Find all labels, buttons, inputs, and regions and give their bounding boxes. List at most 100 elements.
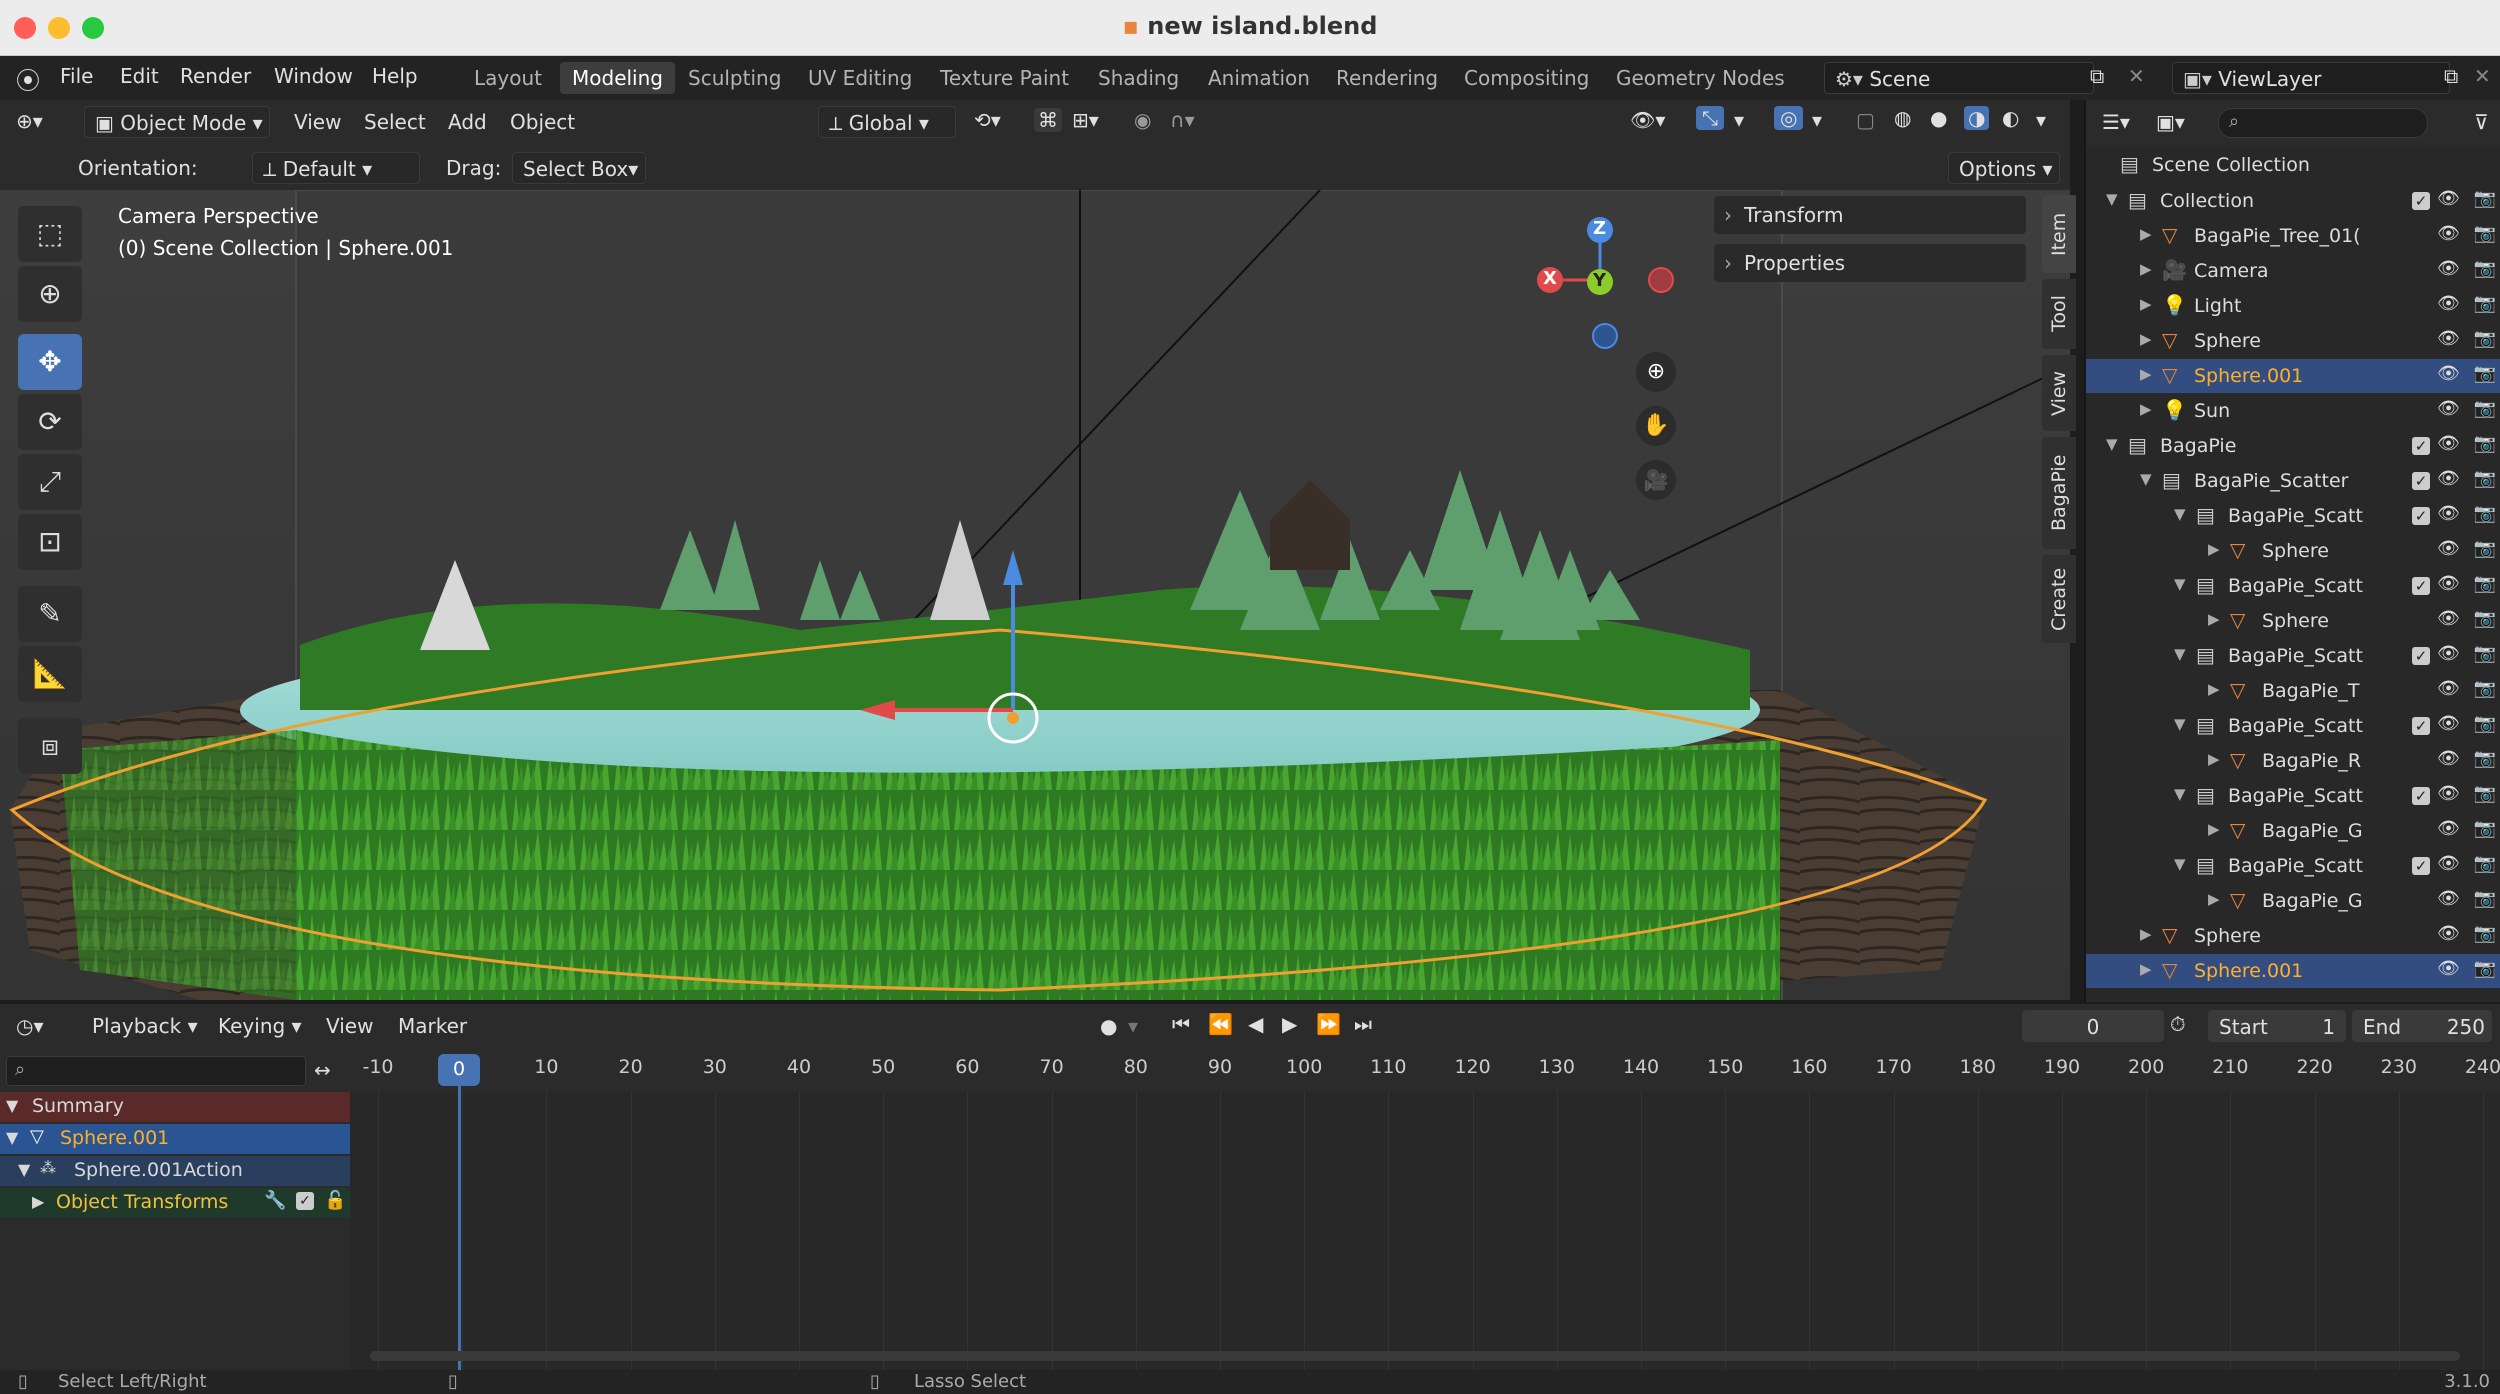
chevron-down-icon[interactable]: ▼ (2106, 190, 2118, 208)
remove-viewlayer-icon[interactable]: ✕ (2474, 64, 2491, 88)
channel-enabled-checkbox[interactable]: ✓ (296, 1192, 314, 1210)
chevron-down-icon[interactable]: ▼ (2174, 715, 2186, 733)
rotate-tool-icon[interactable]: ⟳ (18, 394, 82, 450)
eye-icon[interactable]: 👁 (2437, 713, 2460, 734)
chevron-right-icon[interactable]: ▶ (2208, 750, 2220, 768)
play-reverse-icon[interactable]: ◀ (1248, 1012, 1263, 1036)
chevron-right-icon[interactable]: ▶ (2140, 225, 2152, 243)
group-channel[interactable]: ▶ Object Transforms 🔧 ✓ 🔓 (0, 1188, 350, 1218)
current-frame-field[interactable]: 0 (2022, 1010, 2164, 1042)
outliner-row[interactable]: ▼ ▤ BagaPie ✓ 👁 📷 (2086, 429, 2500, 463)
outliner-row[interactable]: ▼ ▤ BagaPie_Scatt ✓ 👁 📷 (2086, 779, 2500, 813)
camera-render-icon[interactable]: 📷 (2474, 398, 2496, 419)
camera-render-icon[interactable]: 📷 (2474, 258, 2496, 279)
shading-wireframe-icon[interactable]: ◍ (1894, 106, 1911, 130)
overlays-toggle-icon[interactable]: ◎ (1774, 106, 1804, 130)
overlays-dropdown-icon[interactable]: ▾ (1812, 108, 1822, 132)
outliner-row[interactable]: ▼ ▤ Collection ✓ 👁 📷 (2086, 184, 2500, 218)
eye-icon[interactable]: 👁 (2437, 888, 2460, 909)
outliner-row[interactable]: ▶ 💡 Sun 👁 📷 (2086, 394, 2500, 428)
eye-icon[interactable]: 👁 (2437, 573, 2460, 594)
swap-arrows-icon[interactable]: ↔ (314, 1058, 331, 1082)
eye-icon[interactable]: 👁 (2437, 783, 2460, 804)
display-mode-icon[interactable]: ▣▾ (2156, 110, 2185, 134)
wrench-icon[interactable]: 🔧 (264, 1190, 286, 1211)
blender-logo-icon[interactable]: ⦿ (16, 61, 40, 96)
scene-selector[interactable]: ⚙▾ Scene (1824, 62, 2094, 94)
camera-render-icon[interactable]: 📷 (2474, 783, 2496, 804)
pivot-point-icon[interactable]: ⟲▾ (974, 108, 1001, 132)
outliner-row[interactable]: ▶ ▽ BagaPie_G 👁 📷 (2086, 814, 2500, 848)
tab-modeling[interactable]: Modeling (560, 62, 675, 94)
tab-bagapie[interactable]: BagaPie (2042, 437, 2076, 549)
prev-keyframe-icon[interactable]: ⏪ (1208, 1012, 1233, 1036)
outliner-row[interactable]: ▶ 💡 Light 👁 📷 (2086, 289, 2500, 323)
exclude-checkbox[interactable]: ✓ (2412, 507, 2430, 525)
tab-shading[interactable]: Shading (1086, 62, 1191, 94)
outliner-row[interactable]: ▶ ▽ BagaPie_T 👁 📷 (2086, 674, 2500, 708)
menu-edit[interactable]: Edit (120, 64, 159, 88)
chevron-right-icon[interactable]: ▶ (2140, 260, 2152, 278)
camera-view-icon[interactable]: 🎥 (1636, 460, 1676, 500)
timeline-editor-icon[interactable]: ◷▾ (16, 1014, 44, 1038)
outliner-row[interactable]: ▶ ▽ Sphere.001 👁 📷 (2086, 954, 2500, 988)
jump-start-icon[interactable]: ⏮ (1172, 1012, 1190, 1036)
camera-render-icon[interactable]: 📷 (2474, 748, 2496, 769)
exclude-checkbox[interactable]: ✓ (2412, 717, 2430, 735)
transform-tool-icon[interactable]: ⊡ (18, 514, 82, 570)
gizmo-toggle-icon[interactable]: ⤡ (1696, 106, 1724, 130)
menu-render[interactable]: Render (180, 64, 251, 88)
chevron-right-icon[interactable]: ▶ (2140, 400, 2152, 418)
camera-render-icon[interactable]: 📷 (2474, 853, 2496, 874)
chevron-right-icon[interactable]: ▶ (2140, 960, 2152, 978)
outliner-search-input[interactable]: ⌕ (2218, 108, 2428, 138)
action-channel[interactable]: ▼ ⁂ Sphere.001Action (0, 1156, 350, 1186)
menu-object[interactable]: Object (510, 110, 575, 134)
camera-render-icon[interactable]: 📷 (2474, 818, 2496, 839)
snap-target-icon[interactable]: ⊞▾ (1072, 108, 1099, 132)
exclude-checkbox[interactable]: ✓ (2412, 787, 2430, 805)
outliner-row[interactable]: ▶ ▽ Sphere.001 👁 📷 (2086, 359, 2500, 393)
camera-render-icon[interactable]: 📷 (2474, 538, 2496, 559)
timeline-body[interactable]: -10 0 10 20 30 40 50 60 70 80 90 100 110 120 130 140 150… (0, 1048, 2500, 1370)
menu-marker[interactable]: Marker (398, 1014, 467, 1038)
preview-range-icon[interactable]: ⏱ (2170, 1012, 2186, 1036)
outliner-row[interactable]: ▶ ▽ Sphere 👁 📷 (2086, 534, 2500, 568)
outliner-row[interactable]: ▶ ▽ BagaPie_G 👁 📷 (2086, 884, 2500, 918)
jump-end-icon[interactable]: ⏭ (1354, 1012, 1372, 1036)
chevron-down-icon[interactable]: ▼ (2174, 575, 2186, 593)
camera-render-icon[interactable]: 📷 (2474, 958, 2496, 979)
camera-render-icon[interactable]: 📷 (2474, 223, 2496, 244)
eye-icon[interactable]: 👁 (2437, 188, 2460, 209)
tab-view[interactable]: View (2042, 355, 2076, 431)
play-icon[interactable]: ▶ (1282, 1012, 1297, 1036)
tab-rendering[interactable]: Rendering (1324, 62, 1450, 94)
filter-icon[interactable]: ⊽ (2474, 110, 2489, 134)
outliner-row[interactable]: ▶ ▽ Sphere 👁 📷 (2086, 604, 2500, 638)
chevron-right-icon[interactable]: ▶ (2208, 540, 2220, 558)
camera-render-icon[interactable]: 📷 (2474, 363, 2496, 384)
outliner-row[interactable]: ▼ ▤ BagaPie_Scatt ✓ 👁 📷 (2086, 569, 2500, 603)
outliner-row[interactable]: ▼ ▤ BagaPie_Scatt ✓ 👁 📷 (2086, 499, 2500, 533)
outliner-row[interactable]: ▼ ▤ BagaPie_Scatt ✓ 👁 📷 (2086, 849, 2500, 883)
menu-add[interactable]: Add (448, 110, 487, 134)
outliner-row[interactable]: ▶ ▽ BagaPie_R 👁 📷 (2086, 744, 2500, 778)
camera-render-icon[interactable]: 📷 (2474, 503, 2496, 524)
new-viewlayer-icon[interactable]: ⧉ (2444, 64, 2458, 88)
eye-icon[interactable]: 👁 (2437, 293, 2460, 314)
outliner-row[interactable]: ▶ ▽ Sphere 👁 📷 (2086, 919, 2500, 953)
camera-render-icon[interactable]: 📷 (2474, 468, 2496, 489)
shading-solid-icon[interactable]: ● (1930, 106, 1947, 130)
tab-texture-paint[interactable]: Texture Paint (928, 62, 1081, 94)
camera-render-icon[interactable]: 📷 (2474, 923, 2496, 944)
outliner-row[interactable]: ▼ ▤ BagaPie_Scatt ✓ 👁 📷 (2086, 709, 2500, 743)
chevron-right-icon[interactable]: ▶ (2208, 890, 2220, 908)
camera-render-icon[interactable]: 📷 (2474, 188, 2496, 209)
annotate-tool-icon[interactable]: ✎ (18, 586, 82, 642)
new-scene-icon[interactable]: ⧉ (2090, 64, 2104, 88)
menu-keying[interactable]: Keying ▾ (218, 1014, 302, 1038)
cursor-tool-icon[interactable]: ⊕ (18, 266, 82, 322)
camera-render-icon[interactable]: 📷 (2474, 888, 2496, 909)
chevron-right-icon[interactable]: ▶ (2140, 330, 2152, 348)
chevron-down-icon[interactable]: ▼ (2106, 435, 2118, 453)
